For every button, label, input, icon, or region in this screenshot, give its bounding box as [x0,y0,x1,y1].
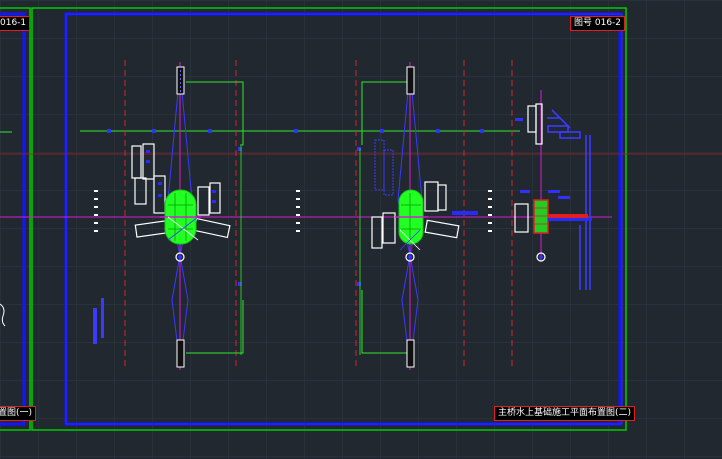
left-sheet-number: 016-1 [0,16,31,31]
model-grid [0,0,722,459]
cad-model-viewport[interactable]: 016-1 图号 016-2 置图(一) 主桥水上基础施工平面布置图(二) [0,0,722,459]
left-sheet-title: 置图(一) [0,406,37,421]
pile-cap-3 [533,199,549,234]
cad-drawing-canvas[interactable] [0,0,722,459]
right-sheet-title: 主桥水上基础施工平面布置图(二) [494,406,636,421]
right-sheet-number: 图号 016-2 [570,16,626,31]
